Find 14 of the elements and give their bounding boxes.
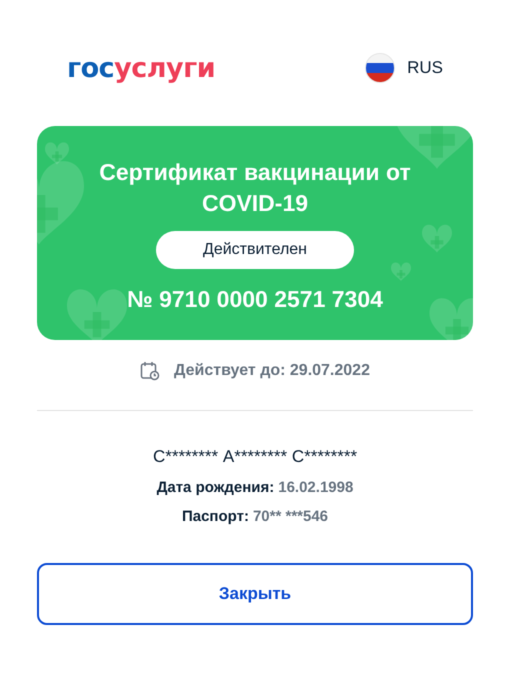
field-value: 70** ***546 bbox=[252, 508, 328, 525]
calendar-clock-icon bbox=[140, 361, 160, 381]
valid-until: Действует до: 29.07.2022 bbox=[174, 362, 370, 380]
person-name: С******** А******** С******** bbox=[152, 447, 358, 467]
logo: госуслуги bbox=[67, 54, 216, 82]
field-label: Дата рождения: bbox=[156, 479, 274, 496]
flag-icon bbox=[365, 53, 396, 83]
language-label[interactable]: RUS bbox=[407, 58, 443, 78]
close-button[interactable]: Закрыть bbox=[37, 563, 473, 625]
field-value: 16.02.1998 bbox=[278, 479, 354, 496]
field-label: Паспорт: bbox=[182, 508, 249, 525]
status-badge: Действителен bbox=[156, 231, 354, 269]
certificate-number: № 9710 0000 2571 7304 bbox=[127, 286, 383, 313]
certificate-title: Сертификат вакцинации от COVID-19 bbox=[98, 158, 412, 218]
